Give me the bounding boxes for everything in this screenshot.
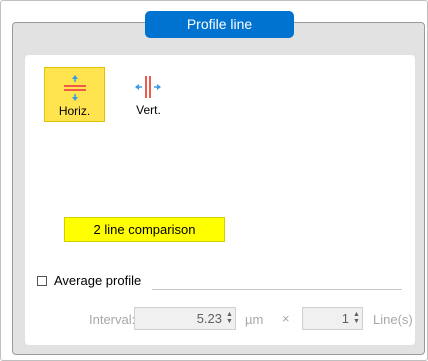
times-symbol: × [282,311,290,326]
lines-input[interactable]: 1 ▲ ▼ [302,307,363,330]
horizontal-line-icon [64,75,86,101]
interval-input[interactable]: 5.23 ▲ ▼ [134,307,236,330]
interval-spinner-icon[interactable]: ▲ ▼ [226,311,233,326]
vertical-line-icon [135,76,161,98]
interval-value: 5.23 [196,311,222,326]
section-divider [152,289,402,290]
group-title: Profile line [145,11,294,38]
profile-line-panel: Profile line Horiz. Vert. 2 line compari… [0,0,428,361]
lines-label: Line(s) [373,312,413,327]
horizontal-mode-button[interactable]: Horiz. [44,67,105,122]
vertical-mode-button[interactable]: Vert. [118,67,179,122]
horizontal-mode-label: Horiz. [58,104,91,118]
vertical-mode-label: Vert. [136,103,161,117]
lines-spinner-icon[interactable]: ▲ ▼ [353,311,360,326]
lines-value: 1 [341,311,349,326]
interval-unit: µm [245,312,264,327]
average-profile-checkbox[interactable] [37,276,47,286]
two-line-comparison-button[interactable]: 2 line comparison [64,217,225,242]
average-profile-label: Average profile [54,273,142,288]
interval-label: Interval: [89,312,136,327]
